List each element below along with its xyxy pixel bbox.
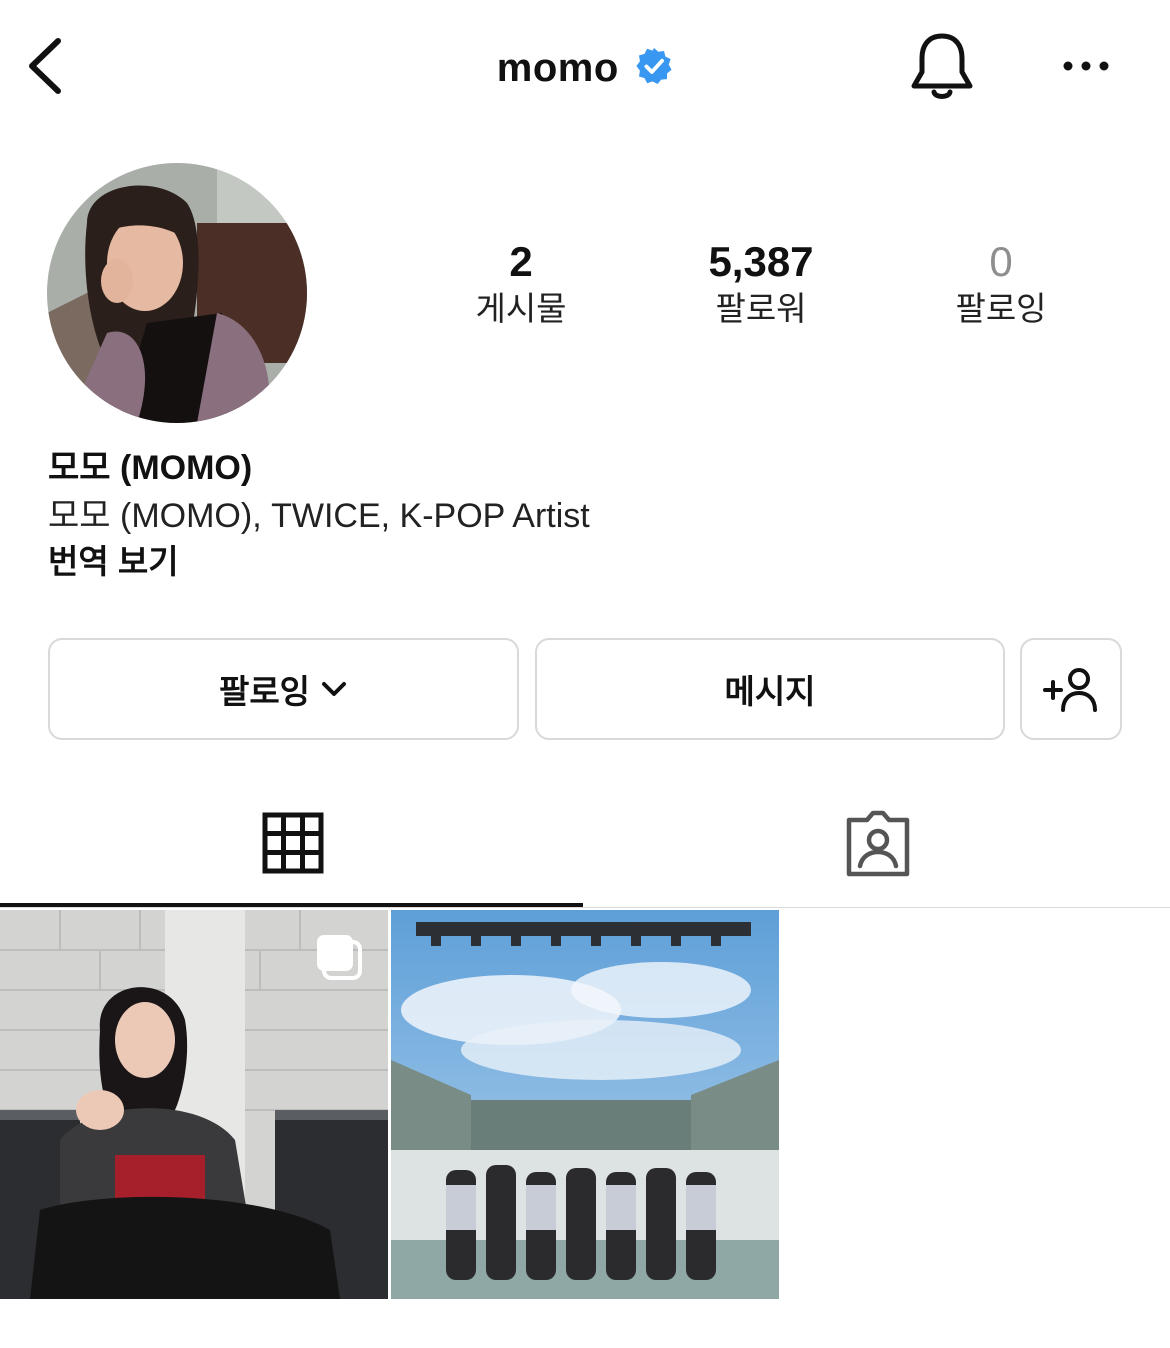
- translate-link[interactable]: 번역 보기: [48, 540, 179, 584]
- bell-icon[interactable]: [908, 30, 976, 102]
- username-title: momo: [496, 46, 619, 90]
- tab-tagged[interactable]: [585, 800, 1170, 904]
- posts-label: 게시물: [475, 290, 567, 327]
- top-bar: momo: [0, 0, 1170, 135]
- posts-count: 2: [509, 238, 533, 285]
- tagged-person-icon: [846, 810, 910, 877]
- more-options-icon[interactable]: [1060, 56, 1112, 76]
- message-button-label: 메시지: [724, 673, 816, 710]
- add-person-icon: [1043, 668, 1097, 712]
- verified-badge-icon: [636, 47, 672, 85]
- add-user-button[interactable]: [1020, 638, 1122, 740]
- chevron-down-icon: [322, 682, 347, 696]
- followers-count: 5,387: [708, 238, 814, 285]
- message-button[interactable]: 메시지: [535, 638, 1005, 740]
- stat-posts[interactable]: 2 게시물: [421, 236, 621, 330]
- stat-following[interactable]: 0 팔로잉: [901, 236, 1101, 330]
- multiple-photos-icon: [317, 935, 362, 980]
- following-button-label: 팔로잉: [218, 673, 311, 710]
- stat-followers[interactable]: 5,387 팔로워: [661, 236, 861, 330]
- avatar-photo: [47, 163, 307, 423]
- grid-icon: [262, 812, 324, 874]
- followers-label: 팔로워: [715, 290, 807, 327]
- profile-display-name: 모모 (MOMO): [48, 449, 253, 487]
- profile-title: momo: [0, 40, 1170, 96]
- following-count: 0: [989, 238, 1013, 285]
- post-thumbnail[interactable]: [0, 910, 388, 1299]
- profile-avatar[interactable]: [47, 163, 307, 423]
- following-label: 팔로잉: [955, 290, 1047, 327]
- tab-divider: [0, 907, 1170, 908]
- following-button[interactable]: 팔로잉: [48, 638, 519, 740]
- tab-posts-grid[interactable]: [0, 800, 585, 904]
- post-photo: [391, 910, 779, 1299]
- profile-bio: 모모 (MOMO), TWICE, K-POP Artist: [48, 497, 590, 535]
- post-thumbnail[interactable]: [391, 910, 779, 1299]
